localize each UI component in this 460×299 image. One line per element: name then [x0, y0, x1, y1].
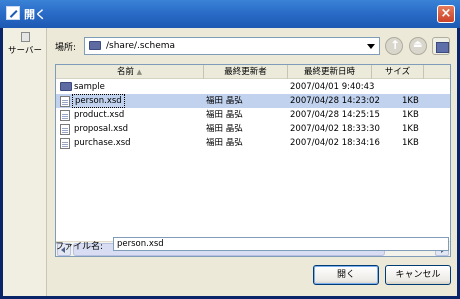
list-item[interactable]: person.xsd 福田 晶弘 2007/04/28 14:23:02 1KB	[56, 94, 450, 108]
close-button[interactable]: ×	[437, 5, 455, 23]
cancel-button[interactable]: キャンセル	[385, 265, 451, 285]
filename-input[interactable]	[113, 237, 449, 251]
server-icon	[20, 32, 30, 42]
folder-icon	[89, 41, 101, 50]
column-header-owner[interactable]: 最終更新者	[204, 65, 288, 79]
new-folder-button[interactable]	[432, 37, 450, 55]
close-icon: ×	[440, 6, 452, 21]
places-item-server[interactable]: サーバー	[5, 32, 45, 60]
column-header-size[interactable]: サイズ	[372, 65, 424, 79]
filename-label: ファイル名:	[55, 242, 104, 252]
window-title: 開く	[24, 8, 46, 21]
dialog-client: サーバー 場所: /share/.schema 名前 ▲ 最終更新者 最終更新日…	[3, 28, 457, 296]
folder-icon	[60, 82, 72, 91]
title-bar[interactable]: 開く ×	[0, 0, 460, 28]
open-dialog: 開く × サーバー 場所: /share/.schema 名前 ▲ 最終更新者 …	[0, 0, 460, 299]
xsd-file-icon	[60, 96, 70, 107]
up-folder-button[interactable]	[385, 37, 403, 55]
lookin-path: /share/.schema	[106, 41, 176, 51]
xsd-file-icon	[60, 110, 70, 121]
list-item[interactable]: product.xsd 福田 晶弘 2007/04/28 14:25:15 1K…	[56, 108, 450, 122]
home-button[interactable]	[409, 37, 427, 55]
column-header-name[interactable]: 名前 ▲	[56, 65, 204, 79]
list-header: 名前 ▲ 最終更新者 最終更新日時 サイズ	[56, 65, 450, 79]
lookin-combo[interactable]: /share/.schema	[84, 37, 380, 55]
app-icon	[6, 6, 20, 20]
places-item-label: サーバー	[8, 46, 42, 56]
column-header-filler	[424, 65, 450, 79]
list-item[interactable]: purchase.xsd 福田 晶弘 2007/04/02 18:34:16 1…	[56, 136, 450, 150]
xsd-file-icon	[60, 124, 70, 135]
xsd-file-icon	[60, 138, 70, 149]
places-bar: サーバー	[3, 28, 47, 296]
list-item[interactable]: proposal.xsd 福田 晶弘 2007/04/02 18:33:30 1…	[56, 122, 450, 136]
list-item[interactable]: sample 2007/04/01 9:40:43	[56, 80, 450, 94]
chevron-down-icon[interactable]	[367, 44, 375, 49]
sort-ascending-icon: ▲	[136, 68, 143, 76]
open-button[interactable]: 開く	[313, 265, 379, 285]
column-header-date[interactable]: 最終更新日時	[288, 65, 372, 79]
lookin-label: 場所:	[55, 43, 77, 53]
file-list[interactable]: 名前 ▲ 最終更新者 最終更新日時 サイズ sample 2007/04/01 …	[55, 64, 451, 257]
